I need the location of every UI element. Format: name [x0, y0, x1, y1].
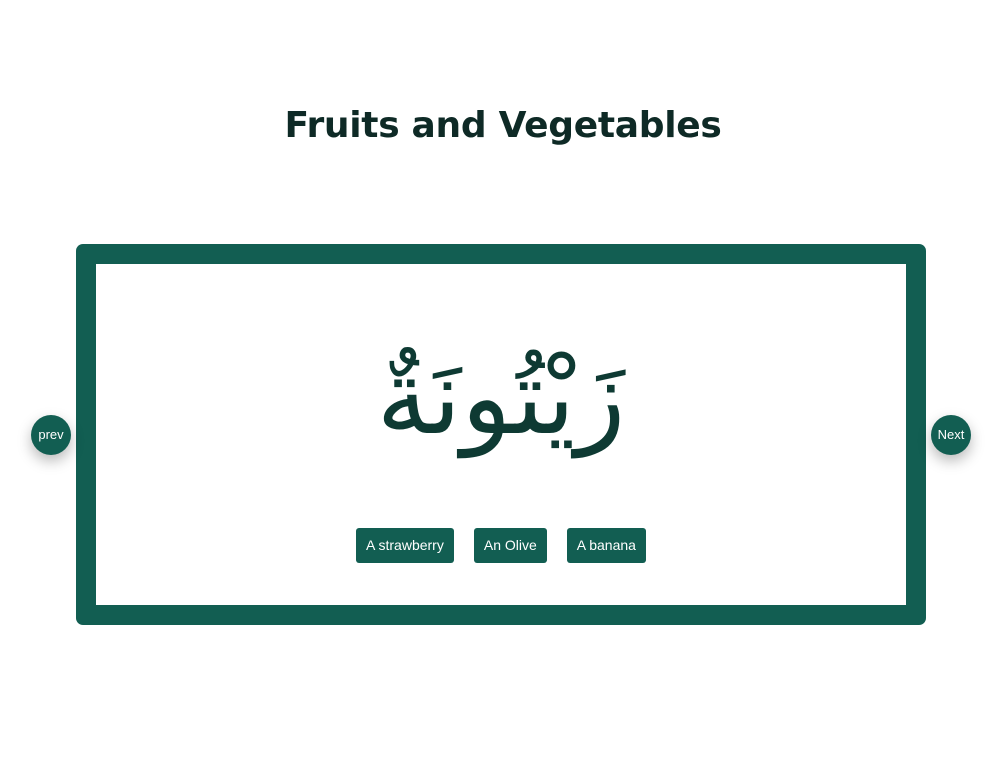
answer-options: A strawberry An Olive A banana: [96, 528, 906, 563]
flashcard: زَيْتُونَةٌ A strawberry An Olive A bana…: [76, 244, 926, 625]
option-banana-button[interactable]: A banana: [566, 528, 646, 563]
prev-button[interactable]: prev: [31, 415, 71, 455]
flashcard-body: زَيْتُونَةٌ A strawberry An Olive A bana…: [96, 264, 906, 605]
option-olive-button[interactable]: An Olive: [473, 528, 547, 563]
arabic-word: زَيْتُونَةٌ: [376, 336, 626, 458]
page-title: Fruits and Vegetables: [284, 105, 722, 146]
option-strawberry-button[interactable]: A strawberry: [356, 528, 454, 563]
next-button[interactable]: Next: [931, 415, 971, 455]
